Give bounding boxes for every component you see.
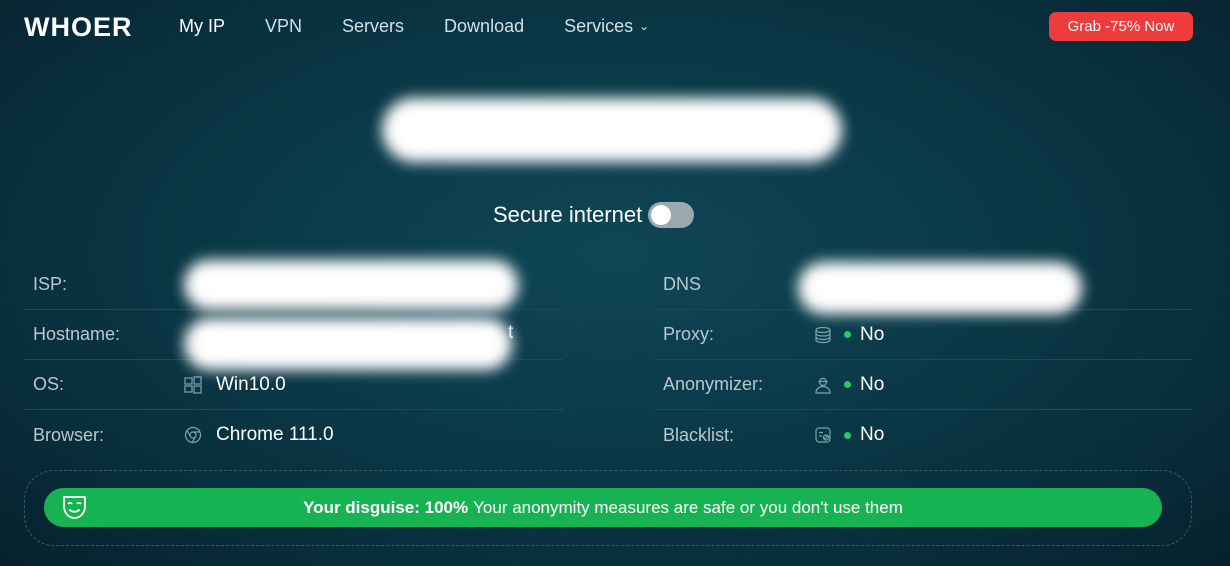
chevron-down-icon: ⌄ [639, 19, 650, 33]
blacklist-value: No [860, 424, 885, 445]
secure-internet: Secure internet [493, 202, 695, 228]
mask-icon [60, 493, 89, 522]
nav-download[interactable]: Download [444, 16, 524, 37]
anonymizer-label: Anonymizer: [663, 374, 764, 394]
redacted-hostname [184, 318, 512, 370]
info-row-proxy: Proxy: No [654, 310, 1192, 360]
status-dot [844, 431, 851, 439]
dns-label: DNS [663, 274, 702, 294]
nav-servers[interactable]: Servers [342, 16, 404, 37]
blacklist-label: Blacklist: [663, 424, 735, 445]
hostname-label: Hostname: [33, 324, 121, 344]
nav-vpn[interactable]: VPN [265, 16, 302, 37]
windows-icon [184, 375, 202, 394]
isp-label: ISP: [33, 274, 68, 294]
chrome-icon [184, 426, 202, 444]
secure-internet-label: Secure internet [493, 202, 643, 227]
proxy-label: Proxy: [663, 324, 715, 344]
anonymizer-value: No [860, 373, 885, 395]
redacted-isp [184, 260, 518, 310]
redacted-dns [798, 262, 1082, 314]
blacklist-icon [814, 426, 832, 444]
logo[interactable]: WHOER [24, 12, 133, 43]
info-row-anonymizer: Anonymizer: No [654, 360, 1192, 410]
info-row-blacklist: Blacklist: No [654, 410, 1192, 460]
secure-internet-toggle[interactable] [648, 202, 695, 228]
status-dot [844, 331, 851, 338]
user-agent-icon [814, 376, 832, 394]
promo-button[interactable]: Grab -75% Now [1049, 12, 1193, 41]
disguise-score: Your disguise: 100% [303, 497, 469, 517]
status-dot [844, 381, 851, 388]
os-label: OS: [33, 374, 65, 394]
main-nav: My IP VPN Servers Download Services ⌄ [179, 16, 689, 37]
disguise-message: Your anonymity measures are safe or you … [473, 497, 903, 517]
browser-label: Browser: [33, 424, 105, 445]
browser-value: Chrome 111.0 [216, 424, 334, 445]
proxy-value: No [860, 323, 885, 345]
nav-services[interactable]: Services ⌄ [564, 16, 649, 37]
nav-services-label: Services [564, 16, 634, 36]
os-value: Win10.0 [216, 373, 286, 395]
redacted-ip-address [382, 98, 842, 162]
disguise-status-bar: Your disguise: 100% Your anonymity measu… [44, 488, 1162, 527]
nav-my-ip[interactable]: My IP [179, 16, 225, 37]
info-row-browser: Browser: Chrome 111.0 [24, 410, 564, 460]
top-header: WHOER My IP VPN Servers Download Service… [0, 0, 1230, 54]
database-icon [814, 326, 832, 344]
